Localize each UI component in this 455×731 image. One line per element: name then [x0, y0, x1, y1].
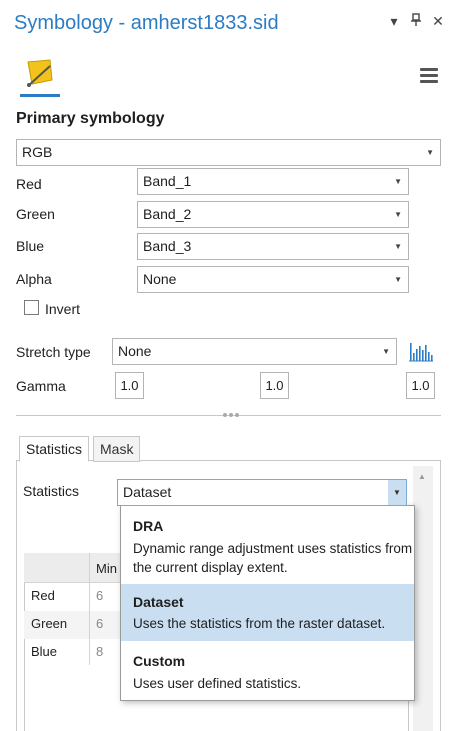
splitter-grip-icon[interactable] — [220, 411, 242, 419]
invert-checkbox[interactable] — [24, 300, 39, 315]
invert-label: Invert — [45, 301, 81, 317]
renderer-select[interactable]: RGB ▼ — [16, 139, 441, 166]
band-label-blue: Blue — [16, 238, 45, 254]
band-value-alpha: None — [143, 271, 177, 287]
statistics-value: Dataset — [123, 484, 172, 500]
scrollbar[interactable] — [413, 466, 433, 731]
band-select-red[interactable]: Band_1 ▼ — [137, 168, 409, 195]
chevron-down-icon: ▼ — [394, 177, 402, 186]
band-select-blue[interactable]: Band_3 ▼ — [137, 233, 409, 260]
options-dropdown-icon[interactable]: ▾ — [387, 13, 401, 30]
symbology-icon[interactable] — [20, 58, 60, 98]
option-dataset-title: Dataset — [133, 594, 184, 610]
grid-cell-min-green[interactable]: 6 — [96, 616, 103, 631]
band-label-red: Red — [16, 176, 42, 192]
tab-mask[interactable]: Mask — [93, 436, 141, 462]
statistics-dropdown: DRA Dynamic range adjustment uses statis… — [120, 505, 415, 701]
grid-header-min: Min — [96, 561, 117, 576]
stretch-type-value: None — [118, 343, 152, 359]
band-label-green: Green — [16, 206, 55, 222]
chevron-down-icon: ▼ — [382, 347, 390, 356]
chevron-down-icon[interactable]: ▼ — [388, 480, 406, 505]
tab-statistics[interactable]: Statistics — [19, 436, 90, 462]
menu-icon[interactable] — [420, 68, 438, 84]
band-label-alpha: Alpha — [16, 271, 52, 287]
band-select-alpha[interactable]: None ▼ — [137, 266, 409, 293]
histogram-icon[interactable] — [408, 340, 434, 362]
option-dra-desc: Dynamic range adjustment uses statistics… — [133, 541, 413, 575]
title-bar: Symbology - amherst1833.sid ▾ ✕ — [0, 0, 455, 50]
option-custom-desc: Uses user defined statistics. — [133, 676, 302, 691]
close-icon[interactable]: ✕ — [431, 13, 445, 30]
grid-row-label-blue: Blue — [31, 644, 58, 659]
grid-row-label-red: Red — [31, 588, 55, 603]
chevron-down-icon: ▼ — [394, 242, 402, 251]
band-value-red: Band_1 — [143, 173, 192, 189]
pin-icon[interactable] — [409, 13, 423, 30]
section-title: Primary symbology — [16, 110, 165, 127]
band-value-green: Band_2 — [143, 206, 192, 222]
option-dra-title: DRA — [133, 518, 164, 534]
renderer-value: RGB — [22, 144, 53, 160]
gamma-input-red[interactable]: 1.0 — [115, 372, 144, 399]
chevron-down-icon: ▼ — [394, 210, 402, 219]
statistics-select[interactable]: Dataset — [117, 479, 407, 506]
band-value-blue: Band_3 — [143, 238, 192, 254]
option-custom[interactable]: Custom Uses user defined statistics. — [121, 641, 414, 700]
option-dataset-desc: Uses the statistics from the raster data… — [133, 616, 386, 631]
option-custom-title: Custom — [133, 653, 186, 669]
option-dataset[interactable]: Dataset Uses the statistics from the ras… — [121, 584, 414, 641]
gamma-input-green[interactable]: 1.0 — [260, 372, 289, 399]
option-dra[interactable]: DRA Dynamic range adjustment uses statis… — [121, 506, 414, 584]
chevron-down-icon: ▼ — [426, 148, 434, 157]
grid-row-label-green: Green — [31, 616, 68, 631]
grid-cell-min-blue[interactable]: 8 — [96, 644, 103, 659]
gamma-label: Gamma — [16, 378, 66, 394]
chevron-down-icon: ▼ — [394, 275, 402, 284]
gamma-input-blue[interactable]: 1.0 — [406, 372, 435, 399]
pane-title: Symbology - amherst1833.sid — [14, 12, 279, 34]
band-select-green[interactable]: Band_2 ▼ — [137, 201, 409, 228]
grid-cell-min-red[interactable]: 6 — [96, 588, 103, 603]
stretch-type-label: Stretch type — [16, 344, 91, 360]
active-tab-underline — [20, 94, 60, 97]
statistics-label: Statistics — [23, 483, 80, 499]
scroll-up-icon[interactable]: ▲ — [418, 472, 426, 481]
stretch-type-select[interactable]: None ▼ — [112, 338, 397, 365]
